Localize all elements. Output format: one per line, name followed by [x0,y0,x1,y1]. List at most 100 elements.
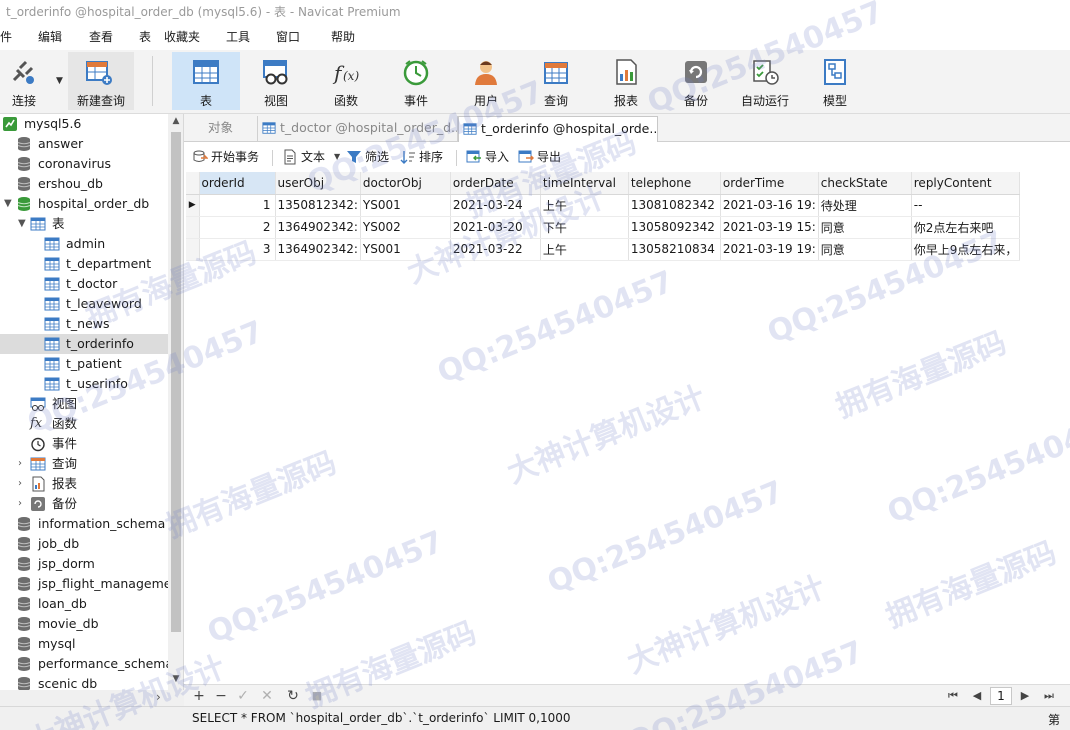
column-header-orderid[interactable]: orderId [199,172,276,195]
tree-group-backups[interactable]: › 备份 [0,494,168,514]
toolbar-view-button[interactable]: 视图 [243,52,309,110]
tree-db-answer[interactable]: answer [0,134,168,154]
first-page-icon[interactable]: ⏮ [944,687,962,705]
tree-group-reports[interactable]: › 报表 [0,474,168,494]
tab-objects[interactable]: 对象 [184,116,258,142]
connect-button[interactable]: 连接 [0,52,54,110]
table-cell[interactable]: 1350812342: [275,194,361,217]
tree-db-performance-schema[interactable]: performance_schema [0,654,168,674]
add-record-icon[interactable]: + [190,687,208,705]
table-cell[interactable]: 上午 [540,238,629,261]
discard-changes-icon[interactable]: ✕ [258,687,276,705]
tab-t-doctor[interactable]: t_doctor @hospital_order_d... [258,116,458,142]
stop-icon[interactable]: ■ [308,687,326,705]
tree-connection-mysql[interactable]: mysql5.6 [0,114,168,134]
collapse-arrow-icon[interactable]: ▼ [18,214,26,234]
table-cell[interactable]: YS001 [360,238,451,261]
toolbar-table-button[interactable]: 表 [172,52,240,110]
previous-page-icon[interactable]: ◀ [968,687,986,705]
column-header-replycontent[interactable]: replyContent [911,172,1021,195]
table-cell[interactable]: 13058092342 [628,216,721,239]
tree-db-job[interactable]: job_db [0,534,168,554]
tree-table-t-department[interactable]: t_department [0,254,168,274]
next-page-icon[interactable]: ▶ [1016,687,1034,705]
table-cell[interactable]: YS002 [360,216,451,239]
table-cell[interactable]: YS001 [360,194,451,217]
menu-window[interactable]: 窗口 [276,28,300,45]
tree-db-coronavirus[interactable]: coronavirus [0,154,168,174]
tree-db-jsp-flight[interactable]: jsp_flight_management [0,574,168,594]
table-cell[interactable]: 1364902342: [275,216,361,239]
scrollbar-thumb[interactable] [171,132,181,632]
table-row[interactable]: 2 1364902342: YS002 2021-03-20 下午 130580… [186,216,1021,239]
column-header-checkstate[interactable]: checkState [818,172,912,195]
column-header-orderdate[interactable]: orderDate [450,172,541,195]
toolbar-model-button[interactable]: 模型 [802,52,868,110]
table-cell[interactable]: 同意 [818,238,912,261]
collapse-arrow-icon[interactable]: ▼ [4,194,12,214]
column-header-timeinterval[interactable]: timeInterval [540,172,629,195]
tree-group-queries[interactable]: › 查询 [0,454,168,474]
toolbar-query-button[interactable]: 查询 [523,52,589,110]
filter-button[interactable]: 筛选 [346,148,394,166]
begin-transaction-button[interactable]: 开始事务 [192,148,264,166]
sort-button[interactable]: 排序 [400,148,448,166]
tree-table-t-orderinfo[interactable]: t_orderinfo [0,334,168,354]
menu-edit[interactable]: 编辑 [38,28,62,45]
text-view-button[interactable]: 文本 ▼ [282,148,344,166]
table-cell[interactable]: 你早上9点左右来， [911,238,1021,261]
new-query-button[interactable]: 新建查询 [68,52,134,110]
tab-t-orderinfo[interactable]: t_orderinfo @hospital_orde... [458,116,658,142]
delete-record-icon[interactable]: − [212,687,230,705]
table-cell[interactable]: 1 [199,194,276,217]
tree-group-views[interactable]: 视图 [0,394,168,414]
menu-favorites[interactable]: 收藏夹 [164,28,200,45]
table-cell[interactable]: 3 [199,238,276,261]
table-cell[interactable]: 1364902342: [275,238,361,261]
table-cell[interactable]: 2021-03-19 15: [720,216,819,239]
tree-table-t-doctor[interactable]: t_doctor [0,274,168,294]
refresh-icon[interactable]: ↻ [284,687,302,705]
page-number-input[interactable]: 1 [990,687,1012,705]
table-cell[interactable]: 上午 [540,194,629,217]
table-cell[interactable]: 2021-03-16 19: [720,194,819,217]
import-button[interactable]: 导入 [466,148,514,166]
table-row[interactable]: 3 1364902342: YS001 2021-03-22 上午 130582… [186,238,1021,261]
table-cell[interactable]: 同意 [818,216,912,239]
menu-table[interactable]: 表 [139,28,151,45]
table-cell[interactable]: 2021-03-24 [450,194,541,217]
tree-group-functions[interactable]: fx 函数 [0,414,168,434]
table-cell[interactable]: 2021-03-20 [450,216,541,239]
table-cell[interactable]: 13058210834 [628,238,721,261]
export-button[interactable]: 导出 [518,148,566,166]
table-cell[interactable]: 13081082342 [628,194,721,217]
tree-table-admin[interactable]: admin [0,234,168,254]
table-cell[interactable]: 2021-03-19 19: [720,238,819,261]
toolbar-automation-button[interactable]: 自动运行 [733,52,797,110]
tree-table-t-patient[interactable]: t_patient [0,354,168,374]
tree-db-mysql[interactable]: mysql [0,634,168,654]
tree-group-tables[interactable]: ▼ 表 [0,214,168,234]
scroll-up-icon[interactable]: ▲ [171,116,181,126]
column-header-telephone[interactable]: telephone [628,172,721,195]
table-row[interactable]: ▶ 1 1350812342: YS001 2021-03-24 上午 1308… [186,194,1021,217]
tree-db-jsp-dorm[interactable]: jsp_dorm [0,554,168,574]
tree-db-loan[interactable]: loan_db [0,594,168,614]
toolbar-backup-button[interactable]: 备份 [663,52,729,110]
menu-help[interactable]: 帮助 [331,28,355,45]
table-cell[interactable]: 你2点左右来吧 [911,216,1021,239]
expand-arrow-icon[interactable]: › [18,454,22,474]
expand-arrow-icon[interactable]: › [18,474,22,494]
tree-table-t-news[interactable]: t_news [0,314,168,334]
sidebar-scrollbar[interactable]: ▲ ▼ [168,114,183,706]
menu-view[interactable]: 查看 [89,28,113,45]
tree-table-t-leaveword[interactable]: t_leaveword [0,294,168,314]
last-page-icon[interactable]: ⏭ [1040,687,1058,705]
tree-group-events[interactable]: 事件 [0,434,168,454]
table-cell[interactable]: 2 [199,216,276,239]
table-cell[interactable]: 2021-03-22 [450,238,541,261]
scroll-right-icon[interactable]: › [156,690,161,704]
tree-db-hospital-order[interactable]: ▼ hospital_order_db [0,194,168,214]
tree-db-information-schema[interactable]: information_schema [0,514,168,534]
table-cell[interactable]: 下午 [540,216,629,239]
